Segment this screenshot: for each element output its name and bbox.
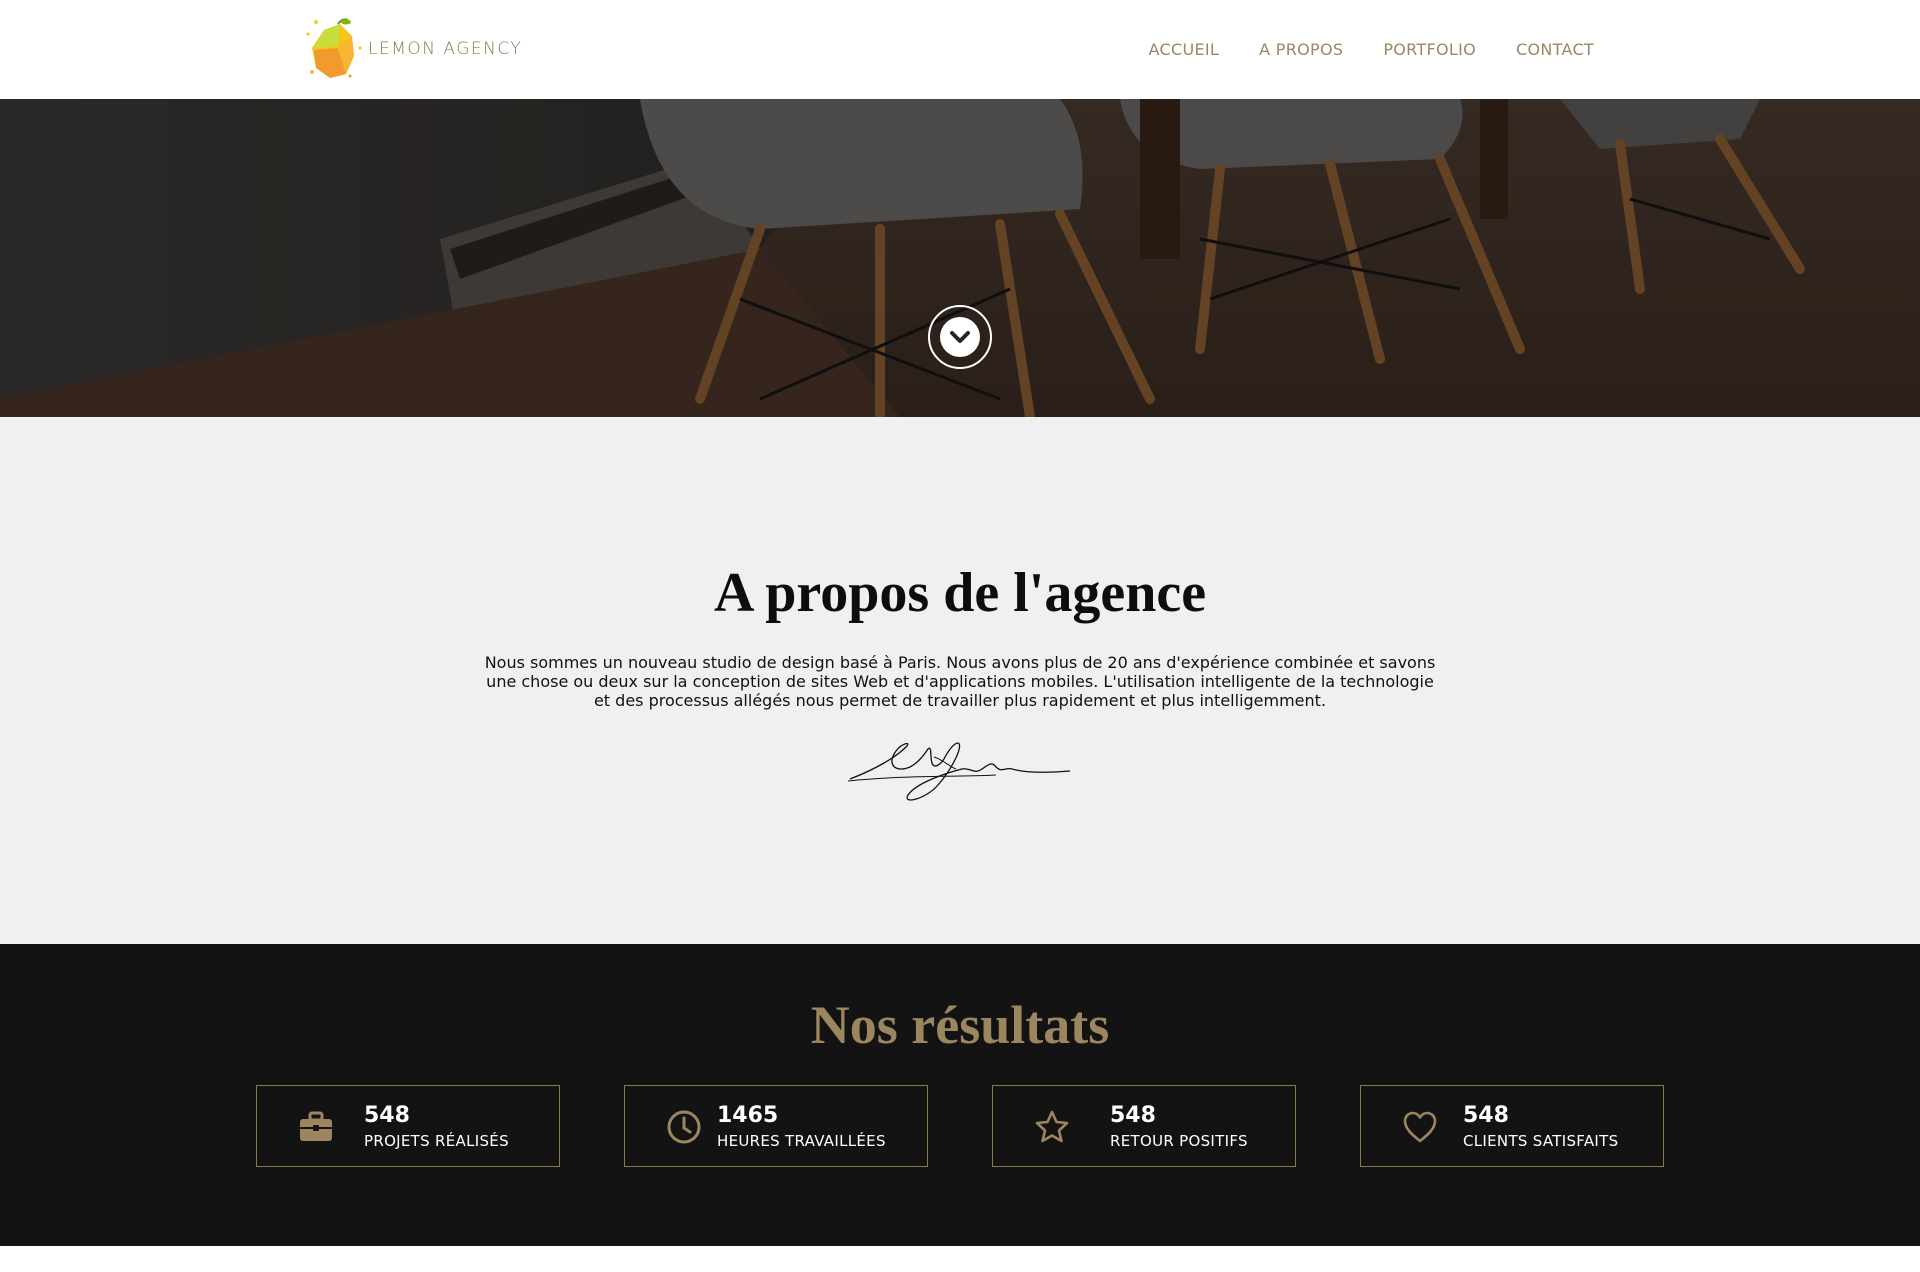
logo[interactable]: LEMON AGENCY — [302, 16, 522, 82]
stat-value: 548 — [364, 1103, 410, 1128]
nav-portfolio[interactable]: PORTFOLIO — [1383, 40, 1476, 59]
stat-value: 1465 — [717, 1103, 779, 1128]
about-title: A propos de l'agence — [713, 562, 1207, 624]
results-section: Nos résultats 548 PROJETS RÉALISÉS 1465 … — [0, 944, 1920, 1246]
logo-text: LEMON AGENCY — [368, 39, 523, 59]
lemon-logo-icon — [306, 18, 362, 78]
stat-label: PROJETS RÉALISÉS — [364, 1132, 509, 1150]
stat-label: HEURES TRAVAILLÉES — [717, 1132, 886, 1150]
stat-label: CLIENTS SATISFAITS — [1463, 1132, 1619, 1150]
about-section: A propos de l'agence Nous sommes un nouv… — [0, 417, 1920, 944]
heart-icon — [1403, 1111, 1437, 1143]
chevron-down-icon — [940, 317, 980, 357]
stat-card-feedback: 548 RETOUR POSITIFS — [992, 1085, 1296, 1167]
signature-image — [847, 742, 1071, 801]
results-title: Nos résultats — [810, 995, 1110, 1055]
stat-card-projects: 548 PROJETS RÉALISÉS — [256, 1085, 560, 1167]
hero-banner — [0, 99, 1920, 417]
main-nav: ACCUEIL A PROPOS PORTFOLIO CONTACT — [1149, 0, 1594, 99]
stat-label: RETOUR POSITIFS — [1110, 1132, 1248, 1150]
stat-card-clients: 548 CLIENTS SATISFAITS — [1360, 1085, 1664, 1167]
stat-value: 548 — [1463, 1103, 1509, 1128]
stat-card-hours: 1465 HEURES TRAVAILLÉES — [624, 1085, 928, 1167]
about-text: Nous sommes un nouveau studio de design … — [484, 653, 1436, 710]
site-header: LEMON AGENCY ACCUEIL A PROPOS PORTFOLIO … — [0, 0, 1920, 99]
nav-contact[interactable]: CONTACT — [1516, 40, 1594, 59]
nav-a-propos[interactable]: A PROPOS — [1259, 40, 1343, 59]
clock-icon — [667, 1110, 701, 1144]
briefcase-icon — [300, 1111, 332, 1141]
star-icon — [1035, 1110, 1069, 1143]
hero-background-image — [0, 99, 1920, 417]
nav-accueil[interactable]: ACCUEIL — [1149, 40, 1220, 59]
stat-value: 548 — [1110, 1103, 1156, 1128]
footer-strip — [0, 1246, 1920, 1272]
scroll-down-button[interactable] — [928, 305, 992, 369]
